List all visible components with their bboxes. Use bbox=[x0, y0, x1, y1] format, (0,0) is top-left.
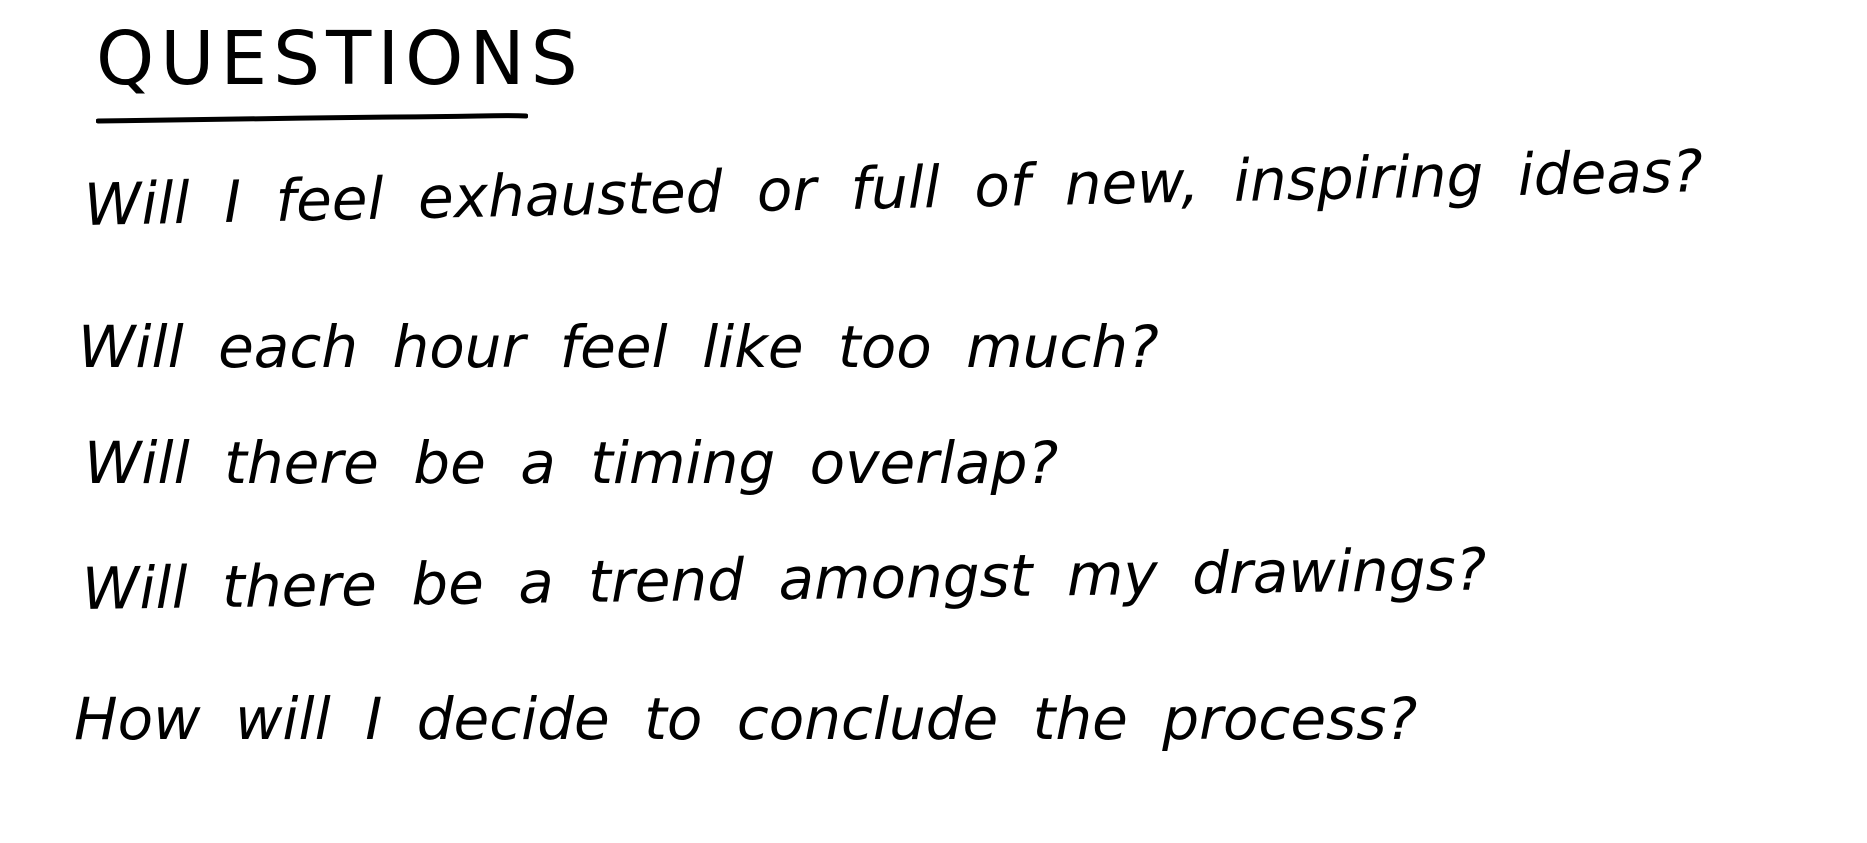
question-5: How will I decide to conclude the proces… bbox=[74, 685, 1418, 753]
note-page: QUESTIONS Will I feel exhausted or full … bbox=[0, 0, 1867, 843]
question-3: Will there be a timing overlap? bbox=[84, 429, 1059, 497]
question-2: Will each hour feel like too much? bbox=[78, 313, 1159, 381]
question-1: Will I feel exhausted or full of new, in… bbox=[83, 137, 1704, 239]
title-underline bbox=[96, 113, 528, 124]
page-title: QUESTIONS bbox=[96, 16, 584, 102]
question-4: Will there be a trend amongst my drawing… bbox=[81, 535, 1487, 623]
